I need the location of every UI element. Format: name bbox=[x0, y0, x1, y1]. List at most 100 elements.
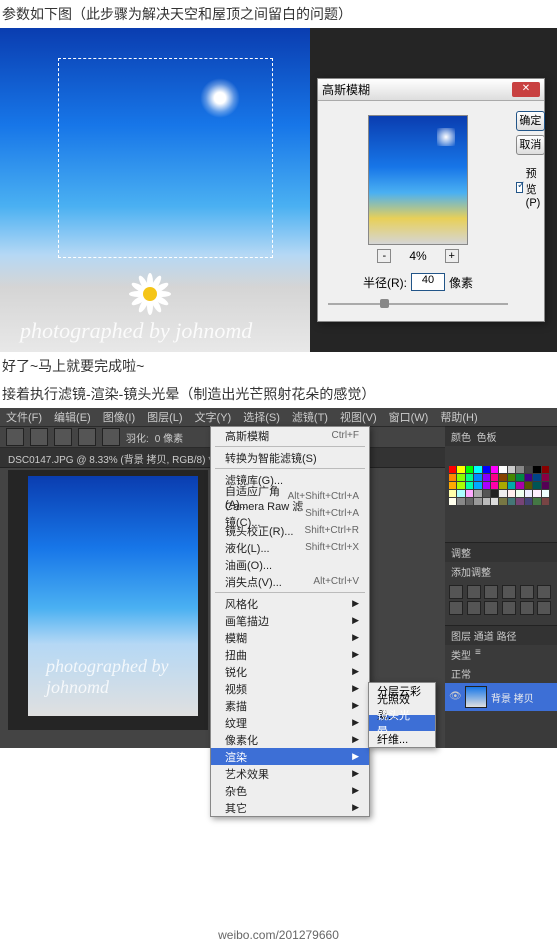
swatch[interactable] bbox=[516, 490, 523, 497]
swatch[interactable] bbox=[491, 466, 498, 473]
swatch[interactable] bbox=[483, 466, 490, 473]
swatch[interactable] bbox=[516, 474, 523, 481]
menu-vanishing-point[interactable]: 消失点(V)...Alt+Ctrl+V bbox=[211, 573, 369, 590]
swatch[interactable] bbox=[474, 498, 481, 505]
menu-noise[interactable]: 杂色▶ bbox=[211, 782, 369, 799]
sub-lens-flare[interactable]: 镜头光晕... bbox=[369, 715, 435, 731]
checkbox-icon[interactable] bbox=[516, 182, 523, 193]
swatch[interactable] bbox=[449, 474, 456, 481]
swatch[interactable] bbox=[457, 498, 464, 505]
sel-int-icon[interactable] bbox=[102, 428, 120, 446]
swatch[interactable] bbox=[525, 474, 532, 481]
tool-icon[interactable] bbox=[6, 428, 24, 446]
swatch[interactable] bbox=[474, 474, 481, 481]
swatch[interactable] bbox=[533, 498, 540, 505]
menu-edit[interactable]: 编辑(E) bbox=[48, 409, 97, 425]
adj-icon[interactable] bbox=[484, 585, 498, 599]
swatch[interactable] bbox=[457, 490, 464, 497]
adj-icon[interactable] bbox=[449, 601, 463, 615]
menu-last-filter[interactable]: 高斯模糊Ctrl+F bbox=[211, 427, 369, 444]
menu-video[interactable]: 视频▶ bbox=[211, 680, 369, 697]
menu-brush-strokes[interactable]: 画笔描边▶ bbox=[211, 612, 369, 629]
sel-sub-icon[interactable] bbox=[78, 428, 96, 446]
layer-thumbnail[interactable] bbox=[465, 686, 487, 708]
swatch[interactable] bbox=[508, 490, 515, 497]
swatch[interactable] bbox=[525, 490, 532, 497]
zoom-out-button[interactable]: - bbox=[377, 249, 391, 263]
swatch[interactable] bbox=[516, 466, 523, 473]
swatch[interactable] bbox=[499, 482, 506, 489]
swatch[interactable] bbox=[508, 474, 515, 481]
blend-mode-select[interactable]: 正常 bbox=[445, 664, 557, 683]
menu-other[interactable]: 其它▶ bbox=[211, 799, 369, 816]
layer-name[interactable]: 背景 拷贝 bbox=[491, 690, 534, 705]
cancel-button[interactable]: 取消 bbox=[516, 135, 545, 155]
menu-liquify[interactable]: 液化(L)...Shift+Ctrl+X bbox=[211, 539, 369, 556]
menu-sharpen[interactable]: 锐化▶ bbox=[211, 663, 369, 680]
adj-icon[interactable] bbox=[467, 585, 481, 599]
swatch[interactable] bbox=[499, 498, 506, 505]
swatch[interactable] bbox=[457, 474, 464, 481]
adj-icon[interactable] bbox=[537, 601, 551, 615]
swatch[interactable] bbox=[542, 466, 549, 473]
adjustments-header[interactable]: 调整 bbox=[445, 542, 557, 562]
swatch[interactable] bbox=[525, 482, 532, 489]
zoom-in-button[interactable]: + bbox=[445, 249, 459, 263]
swatch[interactable] bbox=[525, 498, 532, 505]
canvas-area-2[interactable]: photographed by johnomd bbox=[8, 470, 208, 730]
swatch[interactable] bbox=[457, 466, 464, 473]
menu-lens-correction[interactable]: 镜头校正(R)...Shift+Ctrl+R bbox=[211, 522, 369, 539]
swatch[interactable] bbox=[483, 490, 490, 497]
menu-convert-smart[interactable]: 转换为智能滤镜(S) bbox=[211, 449, 369, 466]
layer-row[interactable]: 👁 背景 拷贝 bbox=[445, 683, 557, 711]
swatch[interactable] bbox=[542, 482, 549, 489]
menu-blur[interactable]: 模糊▶ bbox=[211, 629, 369, 646]
swatch[interactable] bbox=[499, 466, 506, 473]
feather-value[interactable]: 0 像素 bbox=[155, 430, 183, 445]
sel-add-icon[interactable] bbox=[54, 428, 72, 446]
menu-distort[interactable]: 扭曲▶ bbox=[211, 646, 369, 663]
adj-icon[interactable] bbox=[484, 601, 498, 615]
menu-help[interactable]: 帮助(H) bbox=[434, 409, 483, 425]
swatch[interactable] bbox=[499, 490, 506, 497]
menu-stylize[interactable]: 风格化▶ bbox=[211, 595, 369, 612]
radius-slider[interactable] bbox=[328, 297, 508, 311]
close-icon[interactable]: ✕ bbox=[512, 82, 540, 97]
adjustments-icons[interactable] bbox=[445, 581, 557, 619]
menu-filter[interactable]: 滤镜(T) bbox=[286, 409, 334, 425]
dialog-titlebar[interactable]: 高斯模糊 ✕ bbox=[318, 79, 544, 101]
swatch[interactable] bbox=[508, 482, 515, 489]
swatch[interactable] bbox=[542, 498, 549, 505]
menu-image[interactable]: 图像(I) bbox=[97, 409, 141, 425]
swatch[interactable] bbox=[483, 474, 490, 481]
swatch[interactable] bbox=[516, 482, 523, 489]
menu-bar[interactable]: 文件(F) 编辑(E) 图像(I) 图层(L) 文字(Y) 选择(S) 滤镜(T… bbox=[0, 408, 557, 426]
swatches-grid[interactable] bbox=[449, 466, 549, 536]
adj-icon[interactable] bbox=[520, 601, 534, 615]
swatch[interactable] bbox=[449, 466, 456, 473]
adj-icon[interactable] bbox=[449, 585, 463, 599]
swatch[interactable] bbox=[533, 490, 540, 497]
swatch[interactable] bbox=[474, 466, 481, 473]
swatch[interactable] bbox=[508, 498, 515, 505]
adj-icon[interactable] bbox=[520, 585, 534, 599]
swatch[interactable] bbox=[491, 490, 498, 497]
layers-filter-row[interactable]: 类型≡ bbox=[445, 645, 557, 664]
swatch[interactable] bbox=[491, 498, 498, 505]
swatch[interactable] bbox=[491, 482, 498, 489]
swatch[interactable] bbox=[533, 482, 540, 489]
adj-icon[interactable] bbox=[502, 585, 516, 599]
menu-camera-raw[interactable]: Camera Raw 滤镜(C)...Shift+Ctrl+A bbox=[211, 505, 369, 522]
swatch[interactable] bbox=[466, 482, 473, 489]
menu-view[interactable]: 视图(V) bbox=[334, 409, 383, 425]
menu-window[interactable]: 窗口(W) bbox=[383, 409, 435, 425]
preview-checkbox[interactable]: 预览(P) bbox=[516, 165, 545, 209]
menu-file[interactable]: 文件(F) bbox=[0, 409, 48, 425]
adj-icon[interactable] bbox=[467, 601, 481, 615]
menu-texture[interactable]: 纹理▶ bbox=[211, 714, 369, 731]
swatch[interactable] bbox=[525, 466, 532, 473]
radius-input[interactable]: 40 bbox=[411, 273, 445, 291]
menu-render[interactable]: 渲染▶ bbox=[211, 748, 369, 765]
adj-icon[interactable] bbox=[502, 601, 516, 615]
menu-select[interactable]: 选择(S) bbox=[237, 409, 286, 425]
